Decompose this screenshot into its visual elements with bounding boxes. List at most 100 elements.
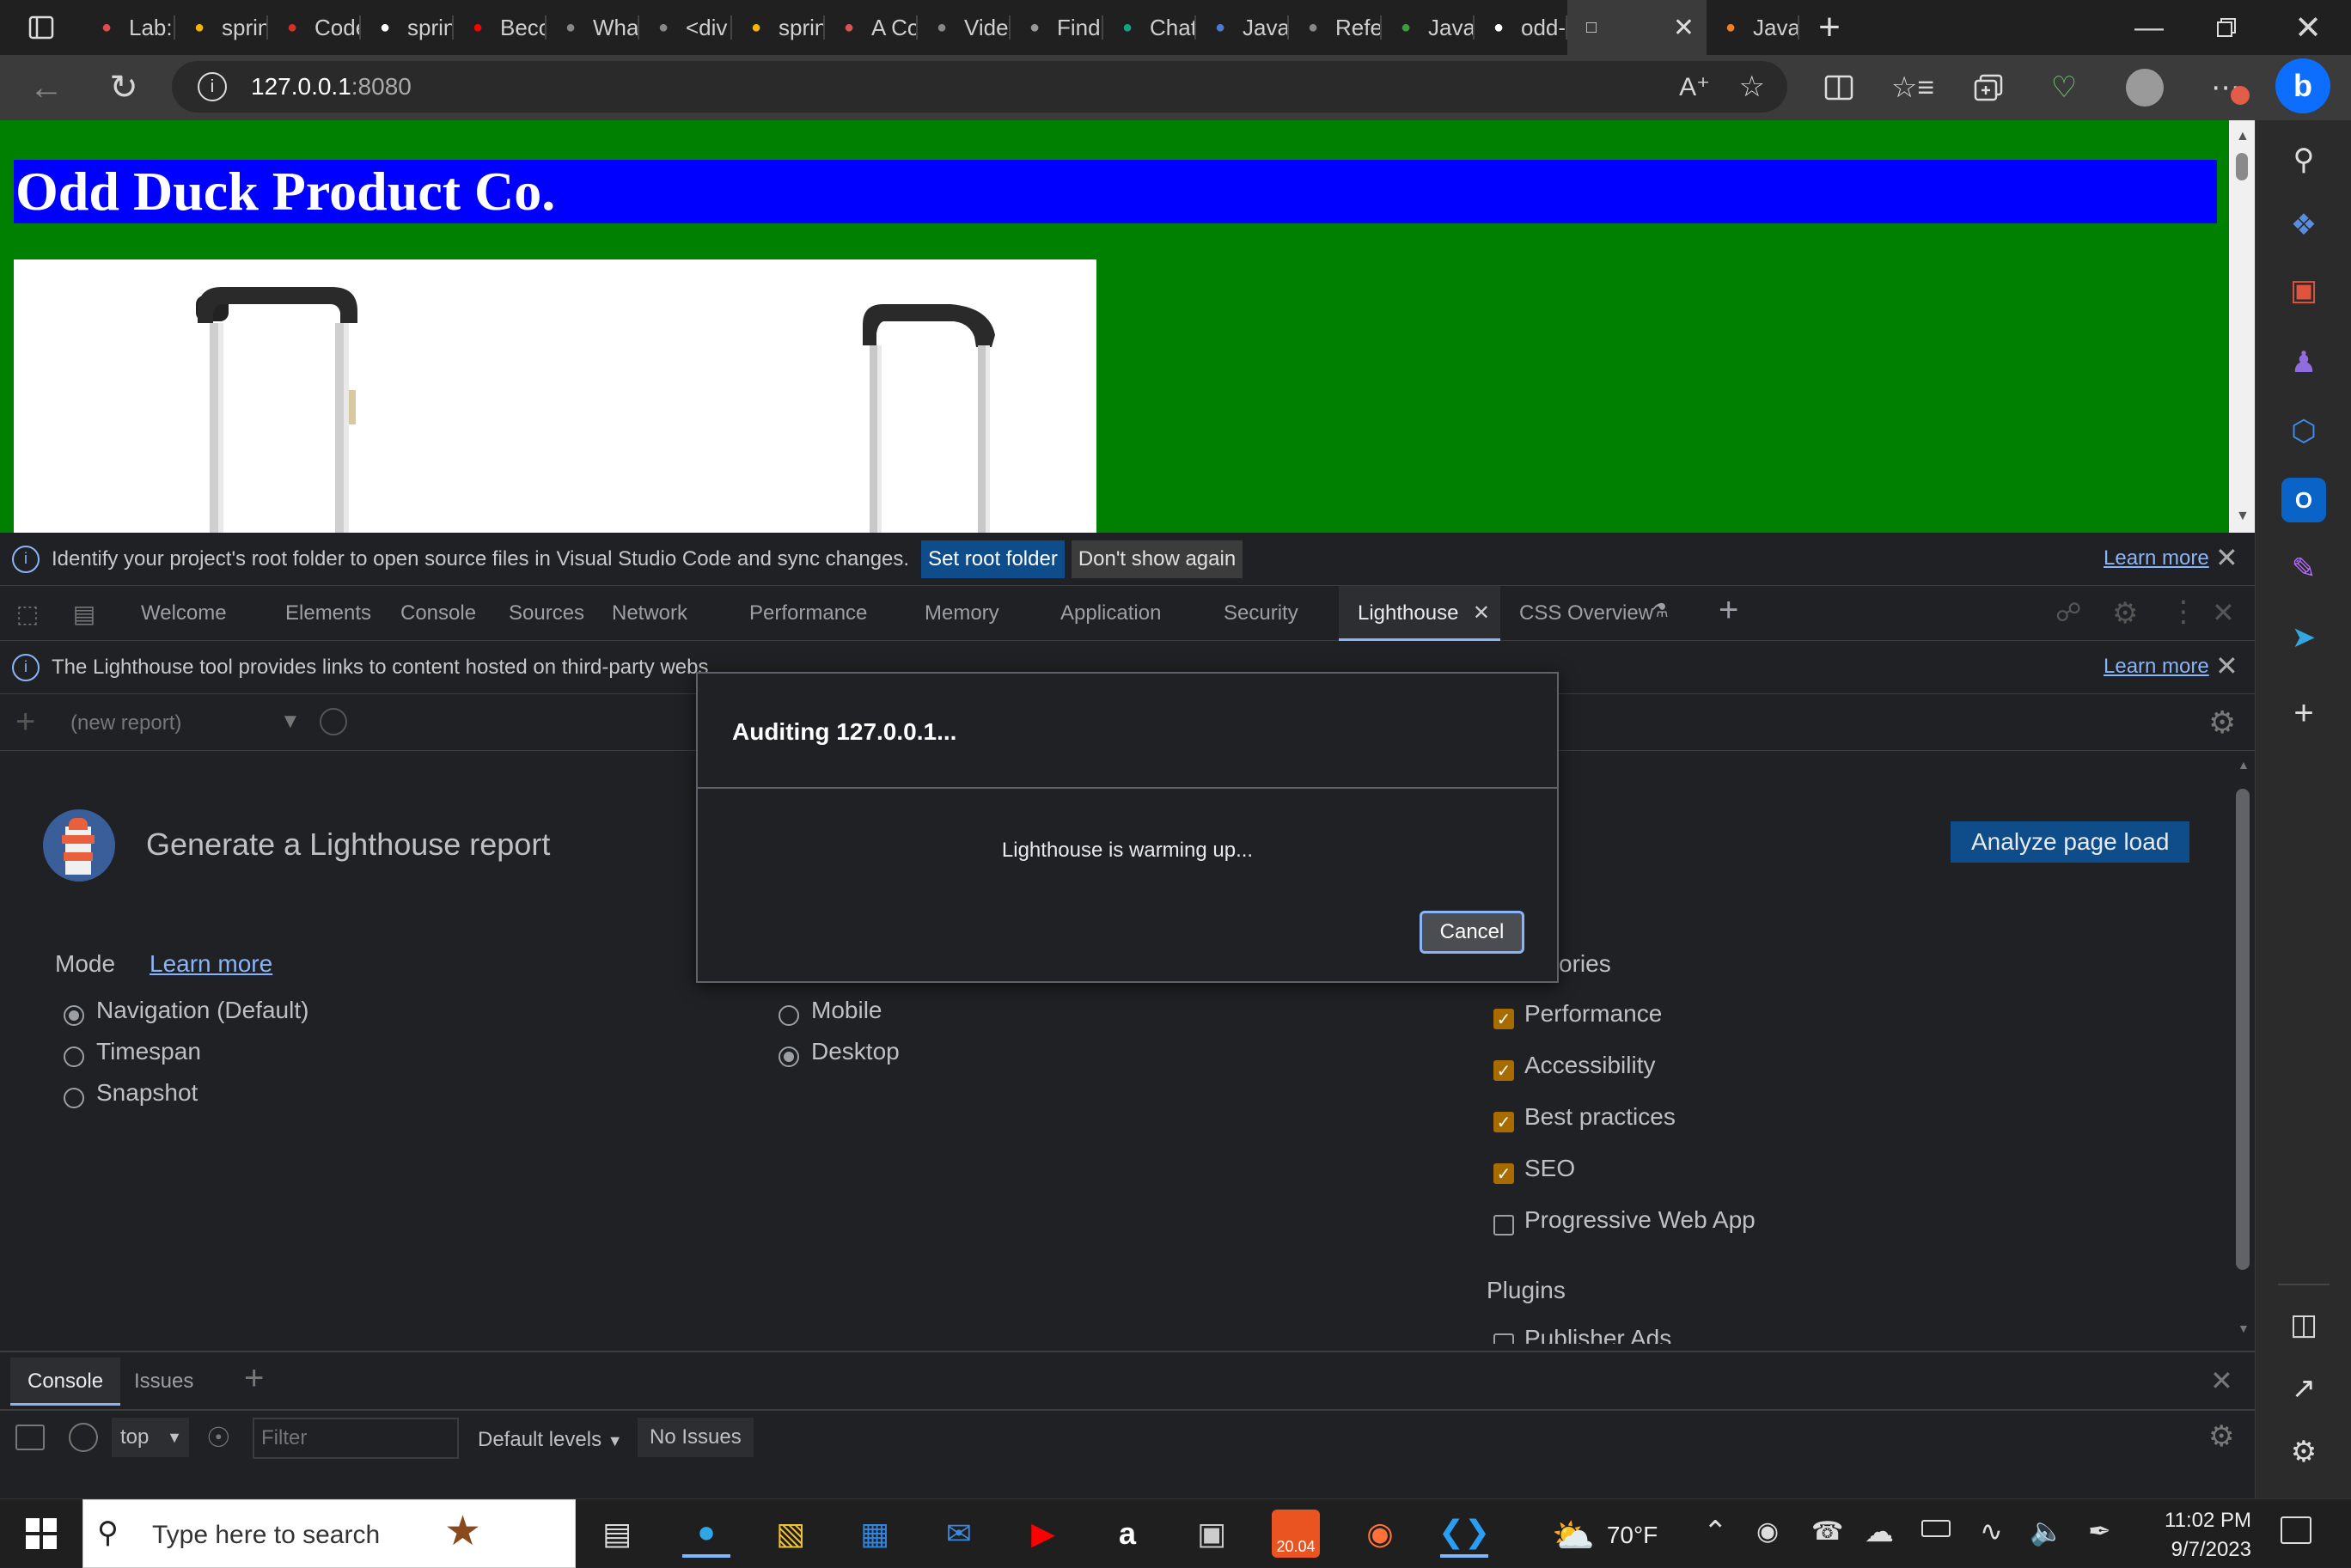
mode-option-label[interactable]: Navigation (Default) [96, 997, 308, 1024]
firefox-icon[interactable]: ◉ [1356, 1510, 1404, 1558]
taskbar-search-box[interactable]: ⚲ Type here to search ★ [82, 1499, 576, 1568]
favorites-icon[interactable]: ☆≡ [1891, 67, 1934, 108]
tab-sources[interactable]: Sources [509, 586, 584, 641]
address-input[interactable]: i 127.0.0.1:8080 A⁺ ☆ [172, 61, 1787, 113]
plugin-checkbox[interactable] [1493, 1333, 1514, 1344]
tab-security[interactable]: Security [1224, 586, 1298, 641]
browser-tab[interactable]: ● odd- [1475, 0, 1567, 55]
pen-menu-icon[interactable]: ✒ [2088, 1515, 2111, 1547]
devtools-menu-icon[interactable]: ⋮ [2169, 595, 2198, 629]
tab-lighthouse[interactable]: Lighthouse ✕ [1339, 586, 1500, 641]
device-radio[interactable] [779, 1046, 799, 1067]
telegram-icon[interactable]: ➤ [2281, 615, 2326, 660]
default-levels-select[interactable]: Default levels ▼ [478, 1428, 623, 1452]
tab-console[interactable]: Console [400, 586, 476, 641]
mode-radio[interactable] [64, 1046, 84, 1067]
designer-icon[interactable]: ✎ [2281, 546, 2326, 591]
vscode-learn-more-link[interactable]: Learn more [2104, 546, 2209, 570]
record-icon[interactable]: ◉ [1756, 1516, 1779, 1547]
category-checkbox[interactable]: ✓ [1493, 1009, 1514, 1029]
close-infobar-icon[interactable]: ✕ [2215, 541, 2238, 574]
restore-icon[interactable] [2188, 0, 2265, 55]
bing-copilot-icon[interactable]: b [2275, 58, 2330, 113]
mode-option-label[interactable]: Timespan [96, 1038, 201, 1065]
start-windows-icon[interactable] [26, 1518, 57, 1549]
dock-connection-icon[interactable]: ☍ [2055, 598, 2081, 628]
tab-css-overview[interactable]: CSS Overview [1519, 586, 1653, 641]
amazon-app-icon[interactable]: a [1103, 1510, 1151, 1558]
tab-actions-icon[interactable] [0, 0, 82, 55]
tab-elements[interactable]: Elements [285, 586, 371, 641]
games-icon[interactable]: ♟ [2281, 340, 2326, 385]
category-label[interactable]: Performance [1524, 1000, 1662, 1028]
browser-tab[interactable]: ● Find [1011, 0, 1103, 55]
mail-icon[interactable]: ✉ [935, 1510, 983, 1558]
device-option-label[interactable]: Desktop [811, 1038, 900, 1065]
category-checkbox[interactable]: ✓ [1493, 1112, 1514, 1132]
vscode-icon[interactable]: ❮❯ [1438, 1510, 1490, 1558]
battery-icon[interactable] [1921, 1520, 1951, 1537]
hide-sidebar-icon[interactable]: ◫ [2281, 1303, 2326, 1347]
drawer-add-tab-icon[interactable]: + [244, 1359, 264, 1398]
plugin-label[interactable]: Publisher Ads [1524, 1325, 1671, 1344]
console-settings-icon[interactable]: ⚙ [2208, 1419, 2234, 1454]
tab-performance[interactable]: Performance [749, 586, 867, 641]
drawer-tab-console[interactable]: Console [10, 1358, 121, 1406]
browser-tab[interactable]: ● Vide [918, 0, 1011, 55]
minimize-icon[interactable]: — [2110, 0, 2188, 55]
category-label[interactable]: Best practices [1524, 1103, 1676, 1131]
browser-tab[interactable]: ● Lab: [82, 0, 175, 55]
weather-widget[interactable]: ⛅ 70°F [1552, 1515, 1658, 1556]
browser-tab[interactable]: ● Java [1382, 0, 1475, 55]
browser-tab[interactable]: ● sprin [361, 0, 454, 55]
lighthouse-settings-icon[interactable]: ⚙ [2208, 705, 2236, 741]
console-sidebar-icon[interactable] [15, 1425, 45, 1450]
browser-tab[interactable]: ● Refe [1289, 0, 1382, 55]
browser-tab[interactable]: ● Chat [1103, 0, 1196, 55]
clear-console-icon[interactable] [69, 1423, 98, 1452]
refresh-icon[interactable]: ↻ [101, 65, 146, 110]
show-hidden-icons-icon[interactable]: ⌃ [1703, 1515, 1728, 1549]
more-tabs-icon[interactable]: + [1719, 591, 1738, 630]
console-filter-input[interactable] [253, 1418, 459, 1459]
edge-app-icon[interactable]: ● [682, 1510, 730, 1558]
favorite-star-icon[interactable]: ☆ [1739, 70, 1765, 104]
analyze-page-load-button[interactable]: Analyze page load [1951, 821, 2190, 863]
add-sidebar-app-icon[interactable]: + [2281, 691, 2326, 735]
browser-tab[interactable]: ● sprin [732, 0, 825, 55]
split-screen-icon[interactable] [1818, 67, 1859, 108]
ubuntu-app-icon[interactable]: 20.04 [1272, 1510, 1320, 1558]
browser-tab[interactable]: ● <div [639, 0, 732, 55]
copilot-icon[interactable]: ⬡ [2281, 409, 2326, 454]
close-tab-icon[interactable]: ✕ [1473, 586, 1490, 641]
lighthouse-learn-more-link[interactable]: Learn more [2104, 655, 2209, 679]
outlook-icon[interactable]: O [2281, 478, 2326, 522]
browser-tab[interactable]: ● Java [1196, 0, 1289, 55]
close-notice-icon[interactable]: ✕ [2215, 650, 2238, 682]
category-label[interactable]: Progressive Web App [1524, 1206, 1756, 1234]
report-dropdown-icon[interactable]: ▼ [280, 710, 301, 734]
store-bag-icon[interactable]: ▣ [1188, 1510, 1236, 1558]
browser-tab-active[interactable]: □ ✕ [1567, 0, 1707, 55]
mode-radio[interactable] [64, 1088, 84, 1108]
category-checkbox[interactable]: ✓ [1493, 1163, 1514, 1184]
tools-briefcase-icon[interactable]: ▣ [2281, 268, 2326, 313]
page-scrollbar[interactable]: ▲ ▼ [2229, 120, 2255, 533]
device-option-label[interactable]: Mobile [811, 997, 882, 1024]
youtube-app-icon[interactable]: ▶ [1019, 1510, 1067, 1558]
meet-camera-icon[interactable]: ☎ [1811, 1516, 1843, 1547]
lighthouse-scrollbar-thumb[interactable] [2236, 789, 2250, 1270]
category-label[interactable]: SEO [1524, 1155, 1575, 1182]
category-checkbox[interactable] [1493, 1215, 1514, 1235]
browser-tab[interactable]: ● Code [268, 0, 361, 55]
tab-memory[interactable]: Memory [925, 586, 999, 641]
profile-avatar[interactable] [2126, 69, 2164, 107]
collections-icon[interactable] [1968, 67, 2009, 108]
tab-network[interactable]: Network [612, 586, 687, 641]
drawer-tab-issues[interactable]: Issues [134, 1358, 193, 1406]
inspect-element-icon[interactable]: ⬚ [12, 598, 43, 629]
microsoft-store-icon[interactable]: ▦ [851, 1510, 899, 1558]
context-select[interactable]: top ▼ [112, 1418, 189, 1457]
notification-center-icon[interactable] [2281, 1516, 2311, 1544]
browser-tab[interactable]: ● Wha [547, 0, 639, 55]
